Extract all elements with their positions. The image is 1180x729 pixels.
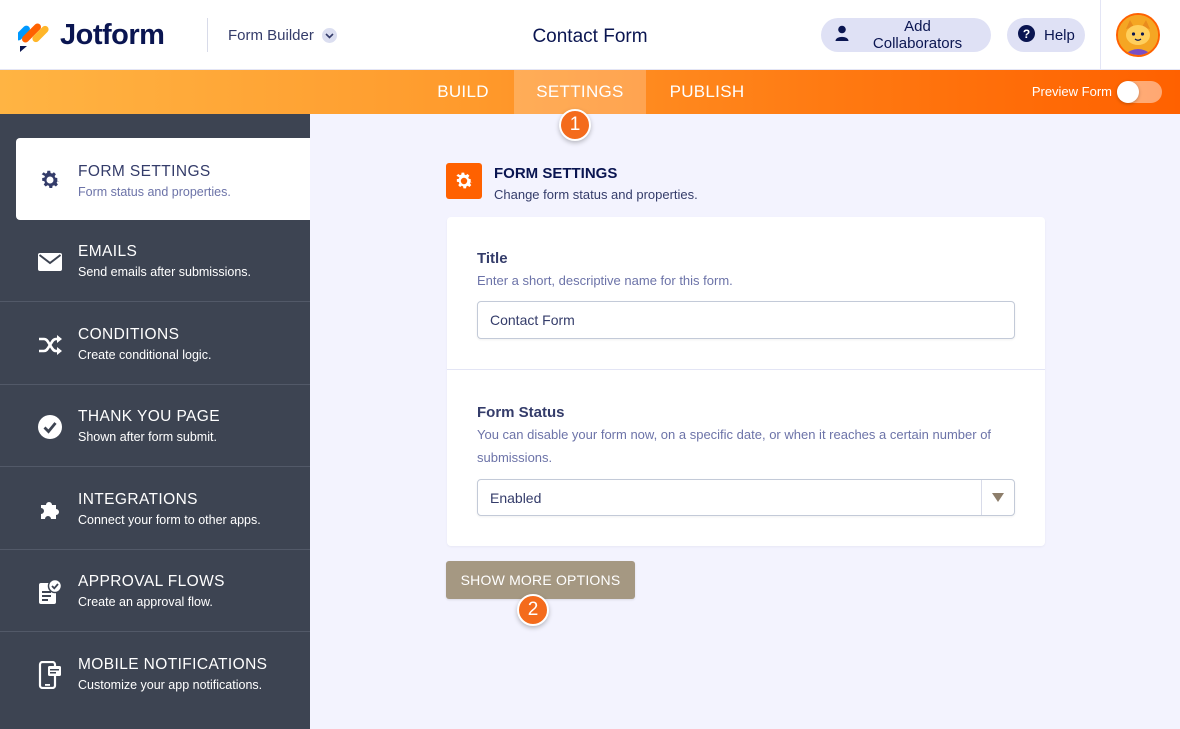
add-collaborators-button[interactable]: Add Collaborators: [821, 18, 991, 52]
form-builder-label: Form Builder: [228, 27, 314, 44]
show-more-options-button[interactable]: SHOW MORE OPTIONS: [446, 561, 635, 599]
avatar-divider: [1100, 0, 1101, 70]
gear-icon: [446, 163, 482, 199]
sidebar-item-title: CONDITIONS: [78, 326, 180, 343]
question-circle-icon: ?: [1018, 24, 1035, 46]
sidebar-item-form-settings[interactable]: FORM SETTINGS Form status and properties…: [16, 138, 310, 220]
sidebar-item-conditions[interactable]: CONDITIONS Create conditional logic.: [0, 303, 310, 385]
form-builder-dropdown[interactable]: Form Builder: [228, 27, 337, 44]
approval-icon: [36, 578, 64, 606]
tab-publish[interactable]: PUBLISH: [646, 70, 768, 114]
tab-settings[interactable]: SETTINGS: [514, 70, 646, 114]
help-label: Help: [1044, 26, 1075, 44]
preview-form-label: Preview Form: [1031, 84, 1112, 99]
puzzle-icon: [36, 496, 64, 524]
add-collaborators-label: Add Collaborators: [872, 18, 963, 52]
sidebar-item-desc: Create conditional logic.: [78, 348, 212, 362]
tab-build[interactable]: BUILD: [412, 70, 514, 114]
title-field-label: Title: [477, 250, 508, 267]
mobile-icon: [36, 661, 64, 689]
form-status-select[interactable]: Enabled: [477, 479, 1015, 516]
user-icon: [835, 25, 849, 45]
shuffle-icon: [36, 331, 64, 359]
sidebar-item-emails[interactable]: EMAILS Send emails after submissions.: [0, 220, 310, 302]
logo-text: Jotform: [60, 18, 165, 51]
top-header: Jotform Form Builder Contact Form Add Co…: [0, 0, 1180, 70]
sidebar-item-desc: Create an approval flow.: [78, 595, 213, 609]
top-nav-bar: BUILD SETTINGS PUBLISH Preview Form: [0, 70, 1180, 114]
check-circle-icon: [36, 413, 64, 441]
chevron-down-icon: [992, 493, 1004, 502]
form-title[interactable]: Contact Form: [440, 26, 740, 48]
sidebar-item-integrations[interactable]: INTEGRATIONS Connect your form to other …: [0, 468, 310, 550]
sidebar-item-title: APPROVAL FLOWS: [78, 573, 225, 590]
select-separator: [981, 480, 982, 515]
gear-icon: [36, 166, 64, 194]
sidebar-item-mobile-notifications[interactable]: MOBILE NOTIFICATIONS Customize your app …: [0, 633, 310, 715]
jotform-logo-icon: [15, 18, 50, 52]
sidebar-item-desc: Connect your form to other apps.: [78, 513, 261, 527]
card-divider: [447, 369, 1045, 370]
form-settings-card: Title Enter a short, descriptive name fo…: [447, 217, 1045, 546]
form-status-label: Form Status: [477, 404, 565, 421]
envelope-icon: [36, 248, 64, 276]
jotform-logo[interactable]: Jotform: [15, 18, 165, 52]
form-status-value: Enabled: [490, 490, 542, 506]
header-divider: [207, 18, 208, 52]
sidebar-item-desc: Form status and properties.: [78, 185, 231, 199]
sidebar-item-title: INTEGRATIONS: [78, 491, 198, 508]
form-title-input[interactable]: [477, 301, 1015, 339]
settings-sidebar: FORM SETTINGS Form status and properties…: [0, 114, 310, 729]
toggle-knob: [1117, 81, 1139, 103]
sidebar-item-approval-flows[interactable]: APPROVAL FLOWS Create an approval flow.: [0, 550, 310, 632]
step-badge-2: 2: [517, 594, 549, 626]
sidebar-item-title: FORM SETTINGS: [78, 163, 211, 180]
section-subtitle: Change form status and properties.: [494, 187, 698, 202]
svg-text:?: ?: [1023, 27, 1030, 41]
chevron-down-icon: [321, 28, 337, 43]
sidebar-item-desc: Send emails after submissions.: [78, 265, 251, 279]
help-button[interactable]: ? Help: [1007, 18, 1085, 52]
section-title: FORM SETTINGS: [494, 165, 618, 182]
sidebar-item-title: MOBILE NOTIFICATIONS: [78, 656, 268, 673]
user-avatar[interactable]: [1116, 13, 1160, 57]
sidebar-item-title: THANK YOU PAGE: [78, 408, 220, 425]
title-field-help: Enter a short, descriptive name for this…: [477, 273, 733, 288]
sidebar-item-desc: Shown after form submit.: [78, 430, 217, 444]
step-badge-1: 1: [559, 109, 591, 141]
form-status-help: You can disable your form now, on a spec…: [477, 427, 992, 465]
sidebar-item-desc: Customize your app notifications.: [78, 678, 263, 692]
sidebar-item-thank-you-page[interactable]: THANK YOU PAGE Shown after form submit.: [0, 385, 310, 467]
sidebar-item-title: EMAILS: [78, 243, 138, 260]
